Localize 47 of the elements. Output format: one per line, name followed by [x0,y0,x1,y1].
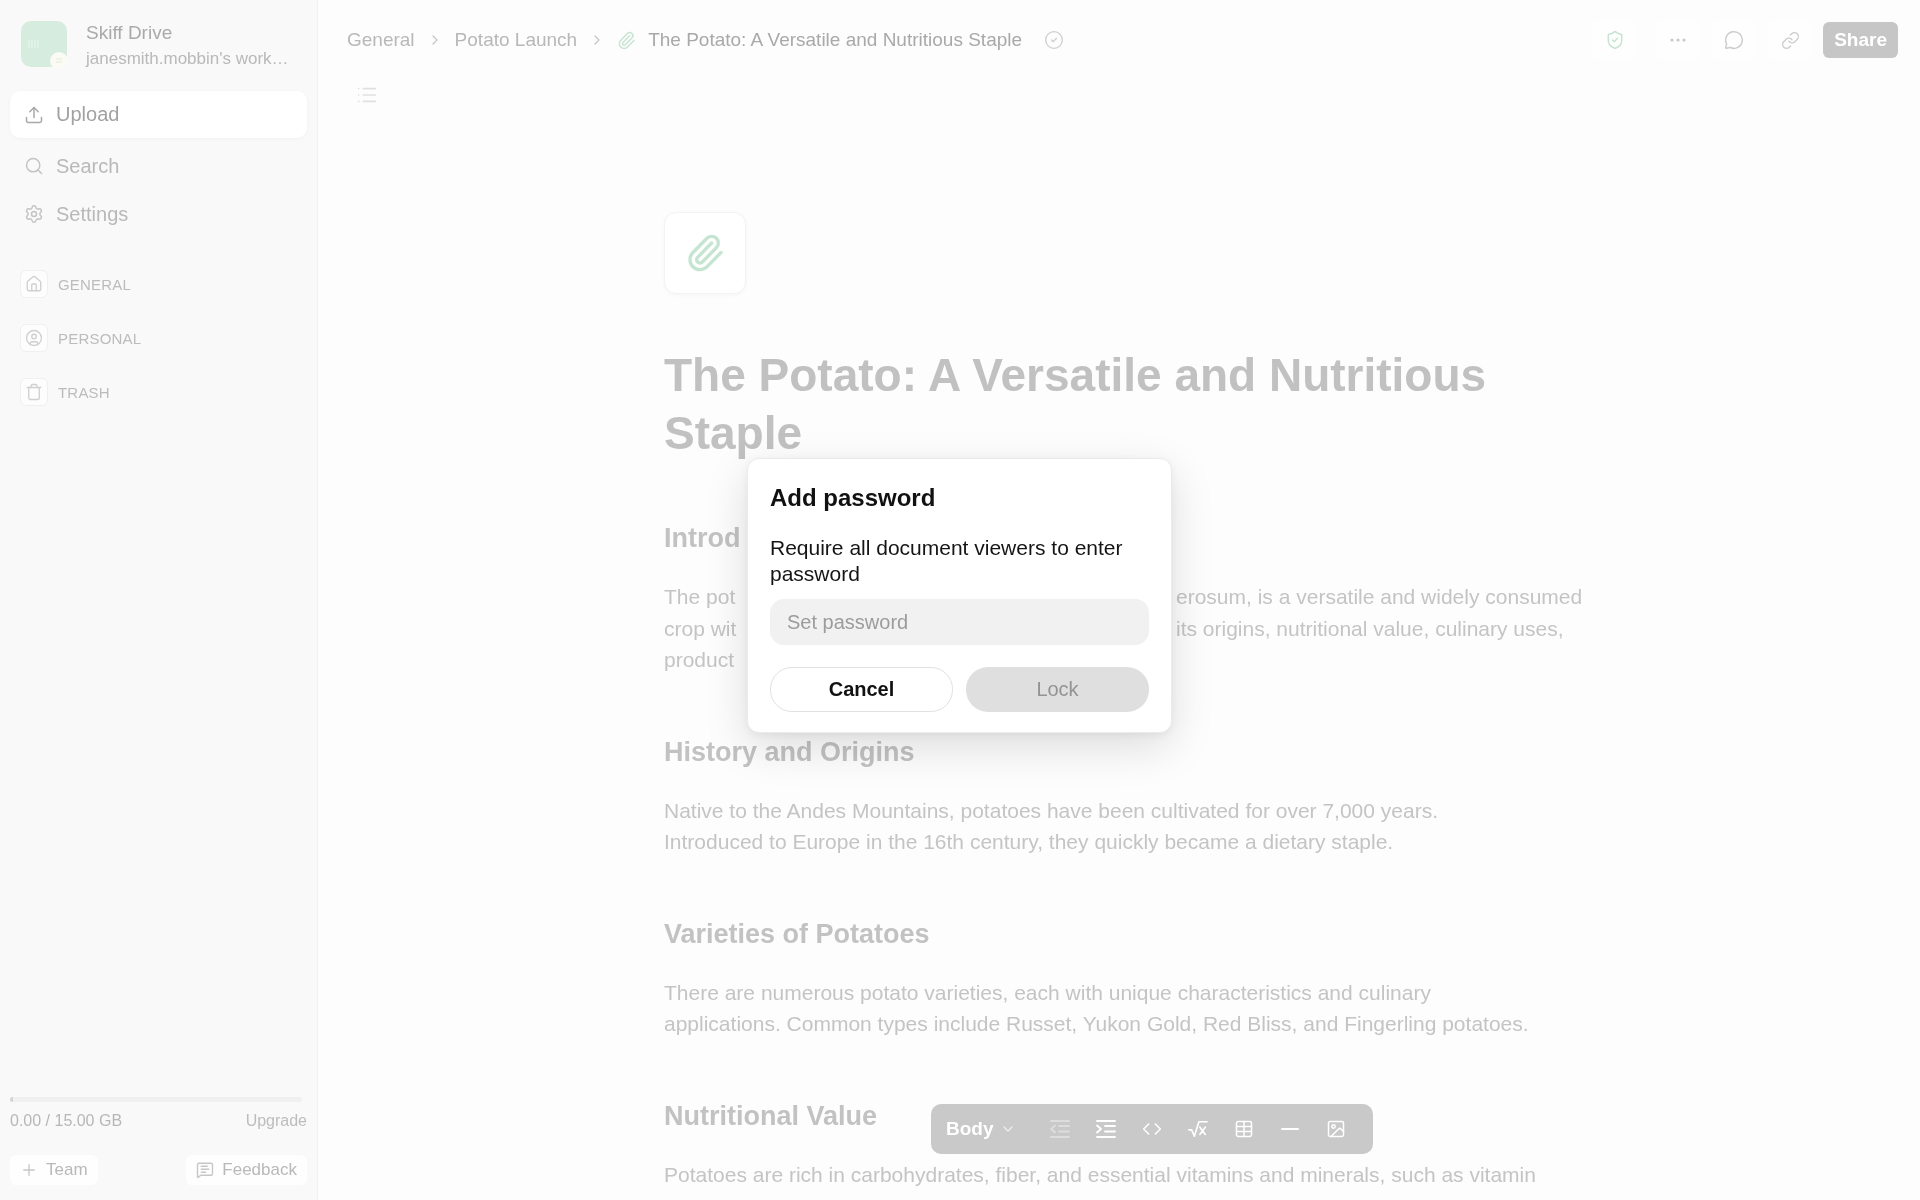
more-icon [1670,38,1687,42]
breadcrumb-link[interactable]: General [347,29,415,51]
comment-icon [1724,30,1745,50]
sidebar-item[interactable]: Settings [10,194,307,234]
breadcrumb-link[interactable]: Potato Launch [454,29,578,51]
paragraph: There are numerous potato varieties, each with unique characteristics and culinary applications. Common types include Russet, Yukon Gold, Red Bliss, and Fingerling potatoes. [664,979,1529,1037]
paragraph: Native to the Andes Mountains, potatoes have been cultivated for over 7,000 years. Introduced to Europe in the 16th century, they quickly became a dietary staple. [664,797,1438,855]
chat-bubble-icon [196,1161,215,1179]
search-icon [24,156,44,176]
sidebar-item[interactable]: Search [10,146,307,186]
section-heading: History and Origins [664,737,915,766]
plus-icon [20,1161,38,1179]
workspace-name: Skiff Drive [86,21,174,45]
body-text: its origins, nutritional value, culinary uses, [1176,615,1564,642]
dialog-description: Require all document viewers to enter password [770,535,1124,587]
section-heading: Varieties of Potatoes [664,919,930,948]
share-button[interactable]: Share [1823,22,1898,58]
body-text: product [664,647,735,673]
upload-icon [24,104,44,125]
body-text: crop wit [664,615,737,642]
check-circle-icon [1044,30,1065,50]
paperclip-icon [617,30,637,50]
house-icon [20,270,48,298]
workspace-logo-icon [21,21,69,70]
section-heading: Introd [664,524,741,552]
password-field[interactable]: Set password [770,599,1149,645]
settings-icon [24,204,44,224]
paragraph: Potatoes are rich in carbohydrates, fiber, and essential vitamins and minerals, such as vitamin [664,1161,1536,1188]
document-title: The Potato: A Versatile and Nutritious Staple [664,348,1488,461]
sidebar-section[interactable]: GENERAL [10,267,307,301]
paperclip-icon [664,212,746,294]
body-text: The pot [664,584,736,610]
body-text: erosum, is a versatile and widely consumed [1176,584,1583,610]
trash-icon [20,378,48,406]
sidebar-section[interactable]: TRASH [10,375,307,409]
section-heading: Nutritional Value [664,1101,878,1130]
sidebar-footer-button[interactable]: Team [10,1155,98,1185]
sidebar-footer-button[interactable]: Feedback [186,1155,307,1185]
breadcrumb-current: The Potato: A Versatile and Nutritious Staple [648,29,1023,51]
dialog-title: Add password [770,483,936,513]
link-icon [1780,30,1800,50]
storage-usage: 0.00 / 15.00 GB [10,1111,123,1130]
cancel-button[interactable]: Cancel [770,667,953,712]
upload-button[interactable]: Upload [10,91,307,138]
sidebar-section[interactable]: PERSONAL [10,321,307,355]
upgrade-link[interactable]: Upgrade [245,1111,307,1130]
workspace-subtitle: janesmith.mobbin's work… [86,48,289,70]
